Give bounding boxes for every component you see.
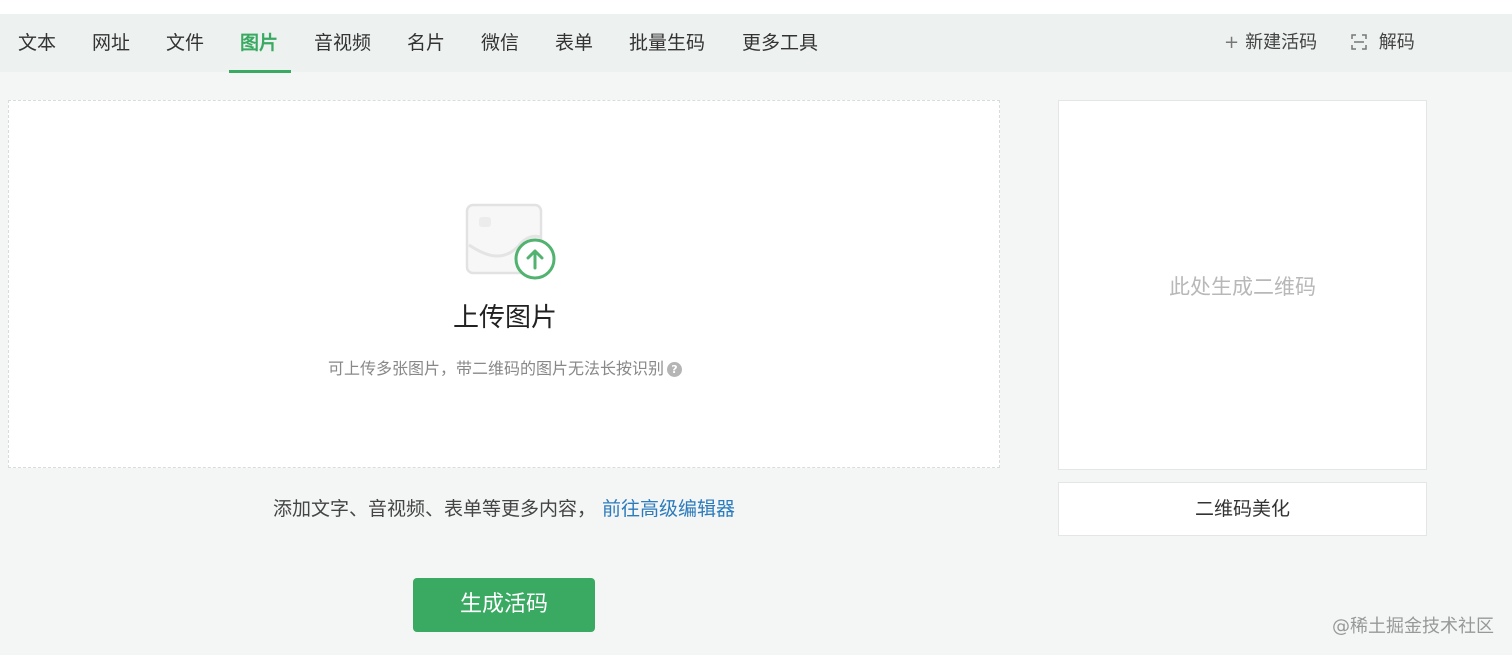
tab-business-card[interactable]: 名片 — [407, 14, 445, 72]
tab-batch-generate[interactable]: 批量生码 — [629, 14, 705, 72]
image-upload-area[interactable]: 上传图片 可上传多张图片，带二维码的图片无法长按识别? — [8, 100, 1000, 468]
tab-text[interactable]: 文本 — [18, 14, 56, 72]
tab-file[interactable]: 文件 — [166, 14, 204, 72]
active-tab-indicator — [229, 70, 291, 73]
tab-url[interactable]: 网址 — [92, 14, 130, 72]
new-code-label: 新建活码 — [1245, 32, 1318, 53]
tab-wechat[interactable]: 微信 — [481, 14, 519, 72]
decode-button[interactable]: 解码 — [1351, 14, 1415, 72]
qr-beautify-button[interactable]: 二维码美化 — [1058, 482, 1427, 536]
upload-image-icon — [465, 203, 557, 283]
tab-more-tools[interactable]: 更多工具 — [742, 14, 818, 72]
qr-preview-panel: 此处生成二维码 — [1058, 100, 1427, 470]
upload-title: 上传图片 — [452, 303, 557, 333]
advanced-editor-prompt: 添加文字、音视频、表单等更多内容， 前往高级编辑器 — [8, 494, 1000, 521]
tab-audio-video[interactable]: 音视频 — [314, 14, 371, 72]
new-code-button[interactable]: + 新建活码 — [1224, 14, 1317, 72]
tab-form[interactable]: 表单 — [555, 14, 593, 72]
tab-image[interactable]: 图片 — [240, 14, 278, 72]
advanced-editor-link[interactable]: 前往高级编辑器 — [602, 498, 735, 520]
generate-code-button[interactable]: 生成活码 — [413, 578, 595, 632]
plus-icon: + — [1224, 32, 1240, 53]
help-icon[interactable]: ? — [667, 362, 682, 377]
upload-hint-text: 可上传多张图片，带二维码的图片无法长按识别 — [327, 359, 664, 378]
qr-preview-placeholder: 此处生成二维码 — [1169, 275, 1316, 299]
decode-label: 解码 — [1378, 32, 1415, 53]
watermark: @稀土掘金技术社区 — [1332, 616, 1494, 637]
upload-hint: 可上传多张图片，带二维码的图片无法长按识别? — [9, 355, 1001, 379]
top-strip — [0, 0, 1512, 14]
scan-icon — [1351, 32, 1373, 53]
add-content-text: 添加文字、音视频、表单等更多内容， — [272, 498, 596, 520]
